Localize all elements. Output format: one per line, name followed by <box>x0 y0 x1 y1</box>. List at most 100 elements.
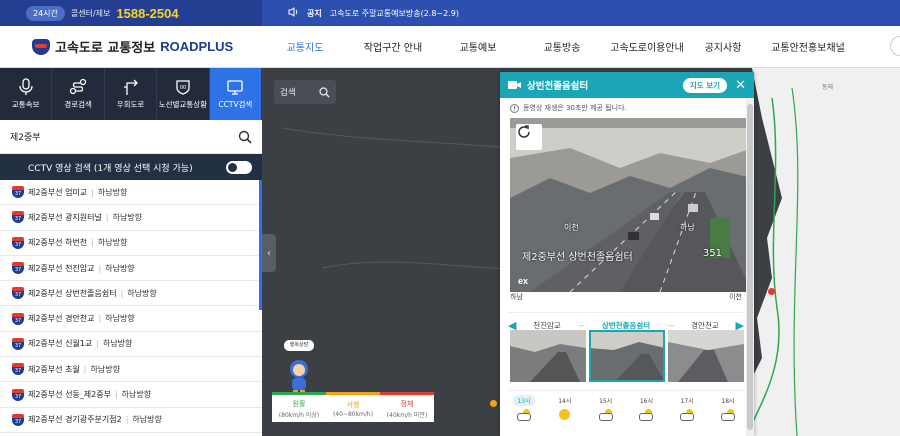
legend-slow: 서행 (40~80km/h) <box>326 392 380 422</box>
cctv-panel: 상번천졸음쉼터 지도 보기 ✕ 동영상 재생은 30초만 제공 됩니다. 이천 … <box>500 72 754 436</box>
incident-marker[interactable] <box>490 400 497 407</box>
tab-route-search[interactable]: 경로검색 <box>52 68 105 120</box>
cctv-list: 37 제2중부선 엄미교 | 하남방향 37 제2중부선 광지원터널 | 하남방향 37… <box>0 180 262 436</box>
header-menu-button[interactable] <box>890 36 900 56</box>
incident-marker[interactable] <box>768 288 775 295</box>
list-item[interactable]: 37 제2중부선 신월1교 | 하남방향 <box>0 332 262 358</box>
route-shield-icon: 37 <box>12 236 24 249</box>
logo-brand: ROADPLUS <box>160 39 234 54</box>
list-item[interactable]: 37 제2중부선 경기광주분기점2 | 하남방향 <box>0 408 262 433</box>
video-caption-dest: 하남 <box>680 223 695 232</box>
route-shield-icon: 37 <box>12 312 24 325</box>
sun-icon <box>559 409 571 420</box>
video-caption-number: 351 <box>702 248 722 259</box>
tab-traffic-news[interactable]: 교통속보 <box>0 68 53 120</box>
legend-smooth: 원활 (80km/h 이상) <box>272 392 326 422</box>
callcenter-label: 콜센터/제보 <box>70 8 111 18</box>
nav-work-zone[interactable]: 작업구간 안내 <box>348 26 438 68</box>
video-caption-road: 제2중부선 상번천졸음쉼터 <box>522 252 633 263</box>
nav-traffic-map[interactable]: 교통지도 <box>262 26 348 68</box>
nav-notice[interactable]: 공지사항 <box>688 26 758 68</box>
detour-icon <box>123 79 138 95</box>
tab-label: 경로검색 <box>64 100 92 109</box>
thumbnail-prev[interactable] <box>510 330 586 382</box>
thumbnail-current[interactable] <box>589 330 665 382</box>
video-frame <box>510 118 752 292</box>
refresh-icon[interactable] <box>516 124 542 150</box>
list-item[interactable]: 37 제2중부선 선동_제2중부 | 하남방향 <box>0 382 262 408</box>
tab-label: 우회도로 <box>116 100 145 109</box>
tab-label: 노선별교통상황 <box>158 100 208 109</box>
cctv-thumbnails <box>510 330 744 382</box>
weather-forecast: 13시 14시 15시 16시 17시 18시 <box>508 390 744 421</box>
list-item[interactable]: 37 제2중부선 엄미교 | 하남방향 <box>0 180 262 206</box>
ex-watermark: ex <box>518 276 529 286</box>
cloud-sun-icon <box>517 409 531 421</box>
weather-slot: 15시 <box>590 395 622 421</box>
search-icon <box>319 86 330 97</box>
notice-tag: 공지 <box>307 8 322 18</box>
weather-slot: 17시 <box>671 395 703 421</box>
tab-detour[interactable]: 우회도로 <box>105 68 158 120</box>
logo-text: 고속도로 교통정보 <box>55 41 156 56</box>
chat-bubble[interactable]: 행복상담 <box>284 340 314 351</box>
route-shield-icon: 37 <box>12 413 24 426</box>
route-shield-icon: 37 <box>12 262 24 275</box>
nav-traffic-forecast[interactable]: 교통예보 <box>438 26 518 68</box>
tab-route-traffic[interactable]: 00 노선별교통상황 <box>157 68 210 120</box>
list-item[interactable]: 37 제2중부선 하번천 | 하남방향 <box>0 231 262 256</box>
east-sea-label: 동해 <box>822 84 834 91</box>
list-item[interactable]: 37 제2중부선 초월 | 하남방향 <box>0 357 262 383</box>
weather-slot: 16시 <box>630 395 662 421</box>
cloud-sun-icon <box>639 409 654 421</box>
map-search-label: 검색 <box>280 88 296 98</box>
list-item[interactable]: 37 제2중부선 광지원터널 | 하남방향 <box>0 205 262 231</box>
close-icon[interactable]: ✕ <box>735 78 746 93</box>
sidebar-collapse-button[interactable]: ‹ <box>262 234 276 272</box>
cctv-mode-toggle[interactable] <box>226 160 252 174</box>
cctv-mode-bar: CCTV 영상 검색 (1개 영상 선택 시청 가능) <box>0 154 262 180</box>
24h-badge: 24시간 <box>26 5 65 21</box>
cctv-search-bar <box>0 120 262 154</box>
map-search-button[interactable]: 검색 <box>274 80 336 104</box>
traffic-legend: 원활 (80km/h 이상) 서행 (40~80km/h) 정체 (40km/h 미만… <box>272 392 434 422</box>
notice-bar[interactable]: 공지 고속도로 주말교통예보방송(2.8~2.9) <box>262 0 900 26</box>
thumbnail-next[interactable] <box>668 330 744 382</box>
main-nav: 교통지도 작업구간 안내 교통예보 교통방송 고속도로이용안내 공지사항 교통안… <box>262 26 858 68</box>
cloud-sun-icon <box>680 409 695 421</box>
nav-traffic-broadcast[interactable]: 교통방송 <box>518 26 606 68</box>
cloud-sun-icon <box>720 409 735 421</box>
cctv-search-input[interactable] <box>10 131 238 142</box>
station-navigator: ◀ 천진암교 — 상번천졸음쉼터 — 경안천교 ▶ <box>508 312 744 332</box>
panel-scrollbar[interactable] <box>746 98 754 436</box>
list-item[interactable]: 37 제2중부선 경안천교 | 하남방향 <box>0 306 262 332</box>
route-shield-icon: 37 <box>12 211 24 224</box>
phone-number[interactable]: 1588-2504 <box>116 6 178 21</box>
video-note: 동영상 재생은 30초만 제공 됩니다. <box>500 98 754 118</box>
route-shield-icon: 37 <box>12 287 24 300</box>
nav-highway-guide[interactable]: 고속도로이용안내 <box>606 26 688 68</box>
search-icon[interactable] <box>238 130 252 144</box>
direction-right: 이천 <box>729 293 742 301</box>
ex-logo-icon <box>32 38 50 55</box>
svg-text:00: 00 <box>180 85 186 91</box>
cloud-sun-icon <box>598 409 613 421</box>
route-shield-icon: 37 <box>12 186 24 199</box>
notice-text[interactable]: 고속도로 주말교통예보방송(2.8~2.9) <box>330 8 459 19</box>
list-item[interactable]: 37 제2중부선 천진암교 | 하남방향 <box>0 256 262 282</box>
weather-slot: 13시 <box>508 395 540 421</box>
tab-cctv-search[interactable]: CCTV검색 <box>209 68 263 120</box>
callcenter-area: 24시간 콜센터/제보 1588-2504 <box>0 0 262 26</box>
list-item[interactable]: 37 제2중부선 상번천졸음쉼터 | 하남방향 <box>0 281 262 307</box>
cctv-video[interactable]: 이천 제2중부선 상번천졸음쉼터 하남 351 ex <box>510 118 752 292</box>
nav-safety-channel[interactable]: 교통안전홍보채널 <box>758 26 858 68</box>
header: 고속도로 교통정보 ROADPLUS 교통지도 작업구간 안내 교통예보 교통방… <box>0 26 900 68</box>
speaker-icon <box>288 7 299 19</box>
logo[interactable]: 고속도로 교통정보 ROADPLUS <box>0 37 262 56</box>
map-view-button[interactable]: 지도 보기 <box>682 77 728 93</box>
legend-congested: 정체 (40km/h 미만) <box>380 392 434 422</box>
tab-label: CCTV검색 <box>218 100 253 109</box>
route-shield-icon: 37 <box>12 363 24 376</box>
sidebar-tabs: 교통속보 경로검색 우회도로 00 노선별교통상황 CCTV검색 <box>0 68 263 120</box>
direction-labels: 하남 이천 <box>510 292 742 302</box>
